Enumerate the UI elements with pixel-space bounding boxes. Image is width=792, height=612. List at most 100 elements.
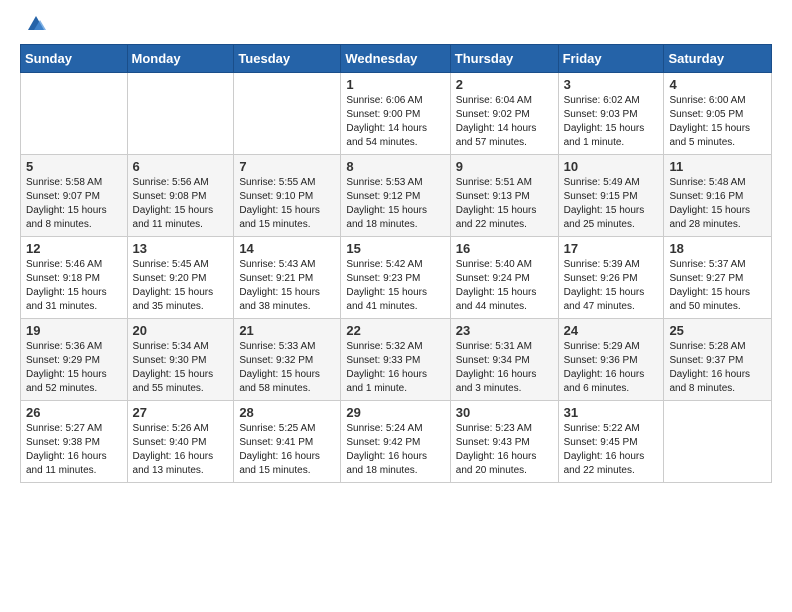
day-info: Sunrise: 5:51 AM Sunset: 9:13 PM Dayligh… — [456, 176, 553, 232]
calendar-cell: 2 Sunrise: 6:04 AM Sunset: 9:02 PM Daylig… — [450, 73, 558, 155]
day-info: Sunrise: 5:26 AM Sunset: 9:40 PM Dayligh… — [133, 422, 229, 478]
page: SundayMondayTuesdayWednesdayThursdayFrid… — [0, 0, 792, 499]
calendar-cell: 14Sunrise: 5:43 AM Sunset: 9:21 PM Dayli… — [234, 237, 341, 319]
day-number: 19 — [26, 323, 122, 338]
calendar-cell: 24 Sunrise: 5:29 AM Sunset: 9:36 PM Dayli… — [558, 319, 664, 401]
calendar-cell — [127, 73, 234, 155]
calendar-cell: 19 Sunrise: 5:36 AM Sunset: 9:29 PM Dayli… — [21, 319, 128, 401]
day-number: 9 — [456, 159, 553, 174]
day-number: 5 — [26, 159, 122, 174]
day-info: Sunrise: 5:45 AM Sunset: 9:20 PM Dayligh… — [133, 258, 229, 314]
day-number: 16 — [456, 241, 553, 256]
week-row-2: 5 Sunrise: 5:58 AM Sunset: 9:07 PM Daylig… — [21, 155, 772, 237]
day-info: Sunrise: 5:40 AM Sunset: 9:24 PM Dayligh… — [456, 258, 553, 314]
calendar-cell: 9 Sunrise: 5:51 AM Sunset: 9:13 PM Daylig… — [450, 155, 558, 237]
day-number: 11 — [669, 159, 766, 174]
day-info: Sunrise: 5:22 AM Sunset: 9:45 PM Dayligh… — [564, 422, 659, 478]
calendar-cell: 15 Sunrise: 5:42 AM Sunset: 9:23 PM Dayli… — [341, 237, 450, 319]
day-number: 4 — [669, 77, 766, 92]
weekday-header-sunday: Sunday — [21, 45, 128, 73]
day-number: 7 — [239, 159, 335, 174]
header-area — [20, 16, 772, 36]
day-info: Sunrise: 5:36 AM Sunset: 9:29 PM Dayligh… — [26, 340, 122, 396]
logo-icon — [24, 12, 48, 36]
day-number: 31 — [564, 405, 659, 420]
calendar-cell: 21 Sunrise: 5:33 AM Sunset: 9:32 PM Dayli… — [234, 319, 341, 401]
calendar-cell: 23Sunrise: 5:31 AM Sunset: 9:34 PM Dayli… — [450, 319, 558, 401]
day-number: 29 — [346, 405, 444, 420]
day-info: Sunrise: 5:28 AM Sunset: 9:37 PM Dayligh… — [669, 340, 766, 396]
calendar-cell: 12 Sunrise: 5:46 AM Sunset: 9:18 PM Dayli… — [21, 237, 128, 319]
week-row-3: 12 Sunrise: 5:46 AM Sunset: 9:18 PM Dayli… — [21, 237, 772, 319]
day-number: 8 — [346, 159, 444, 174]
day-number: 21 — [239, 323, 335, 338]
calendar-cell — [664, 401, 772, 483]
day-number: 6 — [133, 159, 229, 174]
week-row-5: 26 Sunrise: 5:27 AM Sunset: 9:38 PM Dayli… — [21, 401, 772, 483]
day-info: Sunrise: 5:49 AM Sunset: 9:15 PM Dayligh… — [564, 176, 659, 232]
calendar-cell: 13 Sunrise: 5:45 AM Sunset: 9:20 PM Dayli… — [127, 237, 234, 319]
day-number: 28 — [239, 405, 335, 420]
weekday-header-thursday: Thursday — [450, 45, 558, 73]
calendar-cell — [234, 73, 341, 155]
day-info: Sunrise: 5:29 AM Sunset: 9:36 PM Dayligh… — [564, 340, 659, 396]
day-info: Sunrise: 6:04 AM Sunset: 9:02 PM Dayligh… — [456, 94, 553, 150]
calendar-cell: 22Sunrise: 5:32 AM Sunset: 9:33 PM Dayli… — [341, 319, 450, 401]
day-info: Sunrise: 5:56 AM Sunset: 9:08 PM Dayligh… — [133, 176, 229, 232]
day-number: 14 — [239, 241, 335, 256]
day-number: 26 — [26, 405, 122, 420]
day-number: 12 — [26, 241, 122, 256]
day-number: 24 — [564, 323, 659, 338]
day-number: 15 — [346, 241, 444, 256]
day-number: 3 — [564, 77, 659, 92]
calendar-cell: 20Sunrise: 5:34 AM Sunset: 9:30 PM Dayli… — [127, 319, 234, 401]
weekday-header-monday: Monday — [127, 45, 234, 73]
weekday-header-row: SundayMondayTuesdayWednesdayThursdayFrid… — [21, 45, 772, 73]
calendar-cell: 18Sunrise: 5:37 AM Sunset: 9:27 PM Dayli… — [664, 237, 772, 319]
day-info: Sunrise: 5:42 AM Sunset: 9:23 PM Dayligh… — [346, 258, 444, 314]
calendar-cell: 31 Sunrise: 5:22 AM Sunset: 9:45 PM Dayli… — [558, 401, 664, 483]
calendar-cell: 7 Sunrise: 5:55 AM Sunset: 9:10 PM Daylig… — [234, 155, 341, 237]
calendar-cell: 16 Sunrise: 5:40 AM Sunset: 9:24 PM Dayli… — [450, 237, 558, 319]
day-number: 30 — [456, 405, 553, 420]
week-row-1: 1Sunrise: 6:06 AM Sunset: 9:00 PM Daylig… — [21, 73, 772, 155]
weekday-header-wednesday: Wednesday — [341, 45, 450, 73]
calendar-cell: 30 Sunrise: 5:23 AM Sunset: 9:43 PM Dayli… — [450, 401, 558, 483]
calendar-cell: 8 Sunrise: 5:53 AM Sunset: 9:12 PM Daylig… — [341, 155, 450, 237]
day-number: 13 — [133, 241, 229, 256]
calendar-table: SundayMondayTuesdayWednesdayThursdayFrid… — [20, 44, 772, 483]
day-info: Sunrise: 5:48 AM Sunset: 9:16 PM Dayligh… — [669, 176, 766, 232]
day-number: 25 — [669, 323, 766, 338]
day-info: Sunrise: 5:46 AM Sunset: 9:18 PM Dayligh… — [26, 258, 122, 314]
day-info: Sunrise: 5:33 AM Sunset: 9:32 PM Dayligh… — [239, 340, 335, 396]
weekday-header-friday: Friday — [558, 45, 664, 73]
day-info: Sunrise: 5:39 AM Sunset: 9:26 PM Dayligh… — [564, 258, 659, 314]
calendar-cell: 6 Sunrise: 5:56 AM Sunset: 9:08 PM Daylig… — [127, 155, 234, 237]
day-info: Sunrise: 5:25 AM Sunset: 9:41 PM Dayligh… — [239, 422, 335, 478]
day-info: Sunrise: 5:27 AM Sunset: 9:38 PM Dayligh… — [26, 422, 122, 478]
calendar-cell — [21, 73, 128, 155]
day-info: Sunrise: 5:53 AM Sunset: 9:12 PM Dayligh… — [346, 176, 444, 232]
weekday-header-tuesday: Tuesday — [234, 45, 341, 73]
calendar-cell: 27Sunrise: 5:26 AM Sunset: 9:40 PM Dayli… — [127, 401, 234, 483]
day-info: Sunrise: 5:34 AM Sunset: 9:30 PM Dayligh… — [133, 340, 229, 396]
day-info: Sunrise: 5:24 AM Sunset: 9:42 PM Dayligh… — [346, 422, 444, 478]
calendar-cell: 4 Sunrise: 6:00 AM Sunset: 9:05 PM Daylig… — [664, 73, 772, 155]
day-info: Sunrise: 6:02 AM Sunset: 9:03 PM Dayligh… — [564, 94, 659, 150]
day-info: Sunrise: 6:00 AM Sunset: 9:05 PM Dayligh… — [669, 94, 766, 150]
day-number: 10 — [564, 159, 659, 174]
day-info: Sunrise: 5:37 AM Sunset: 9:27 PM Dayligh… — [669, 258, 766, 314]
day-info: Sunrise: 5:31 AM Sunset: 9:34 PM Dayligh… — [456, 340, 553, 396]
calendar-cell: 10 Sunrise: 5:49 AM Sunset: 9:15 PM Dayli… — [558, 155, 664, 237]
day-info: Sunrise: 6:06 AM Sunset: 9:00 PM Dayligh… — [346, 94, 444, 150]
calendar-cell: 29 Sunrise: 5:24 AM Sunset: 9:42 PM Dayli… — [341, 401, 450, 483]
calendar-cell: 3 Sunrise: 6:02 AM Sunset: 9:03 PM Daylig… — [558, 73, 664, 155]
calendar-cell: 11 Sunrise: 5:48 AM Sunset: 9:16 PM Dayli… — [664, 155, 772, 237]
calendar-cell: 17Sunrise: 5:39 AM Sunset: 9:26 PM Dayli… — [558, 237, 664, 319]
week-row-4: 19 Sunrise: 5:36 AM Sunset: 9:29 PM Dayli… — [21, 319, 772, 401]
day-number: 2 — [456, 77, 553, 92]
day-info: Sunrise: 5:58 AM Sunset: 9:07 PM Dayligh… — [26, 176, 122, 232]
calendar-cell: 26 Sunrise: 5:27 AM Sunset: 9:38 PM Dayli… — [21, 401, 128, 483]
day-info: Sunrise: 5:55 AM Sunset: 9:10 PM Dayligh… — [239, 176, 335, 232]
day-info: Sunrise: 5:23 AM Sunset: 9:43 PM Dayligh… — [456, 422, 553, 478]
